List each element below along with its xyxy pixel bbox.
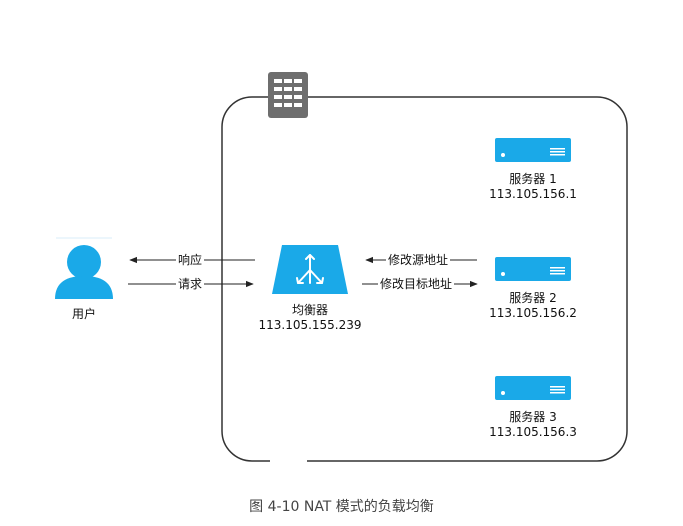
nat-load-balancing-diagram: 用户 响应 请求 修改源地址 修改目标地址 均衡器 113.105.155.23… [0,0,683,526]
server-name: 服务器 1 [509,172,557,186]
figure-caption: 图 4-10 NAT 模式的负载均衡 [249,499,434,515]
balancer-name: 均衡器 [291,303,329,317]
server-ip: 113.105.156.3 [489,425,577,439]
server-name: 服务器 3 [509,410,557,424]
diagram-canvas [55,72,628,463]
user-label: 用户 [71,307,97,321]
server-ip: 113.105.156.1 [489,187,577,201]
modify-source-label: 修改源地址 [386,253,451,267]
server-icon [495,257,571,281]
load-balancer-icon [272,245,348,294]
server-icon [495,376,571,400]
modify-dest-label: 修改目标地址 [378,277,455,291]
user-icon [55,237,113,299]
request-label: 请求 [176,277,205,291]
server-icon [495,138,571,162]
balancer-ip: 113.105.155.239 [258,318,362,332]
server-name: 服务器 2 [509,291,557,305]
server-ip: 113.105.156.2 [489,306,577,320]
response-label: 响应 [176,253,205,267]
datacenter-icon [268,72,308,118]
